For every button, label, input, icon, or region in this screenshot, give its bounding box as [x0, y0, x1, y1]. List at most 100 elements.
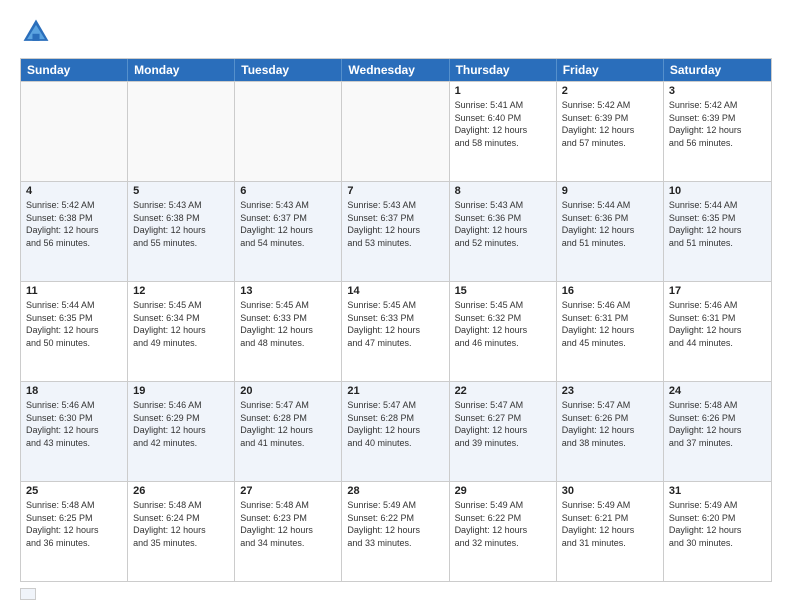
calendar-cell-1-2: 6 Sunrise: 5:43 AMSunset: 6:37 PMDaylight… [235, 182, 342, 281]
calendar-cell-3-6: 24 Sunrise: 5:48 AMSunset: 6:26 PMDayligh… [664, 382, 771, 481]
calendar-cell-0-5: 2 Sunrise: 5:42 AMSunset: 6:39 PMDaylight… [557, 82, 664, 181]
cell-text: Sunrise: 5:43 AMSunset: 6:37 PMDaylight:… [347, 199, 443, 249]
day-number: 10 [669, 185, 766, 197]
day-number: 16 [562, 285, 658, 297]
day-number: 27 [240, 485, 336, 497]
calendar-cell-2-1: 12 Sunrise: 5:45 AMSunset: 6:34 PMDayligh… [128, 282, 235, 381]
header-cell-tuesday: Tuesday [235, 59, 342, 81]
day-number: 5 [133, 185, 229, 197]
logo-icon [20, 16, 52, 48]
calendar-cell-2-2: 13 Sunrise: 5:45 AMSunset: 6:33 PMDayligh… [235, 282, 342, 381]
calendar-row-3: 18Sunrise: 5:46 AMSunset: 6:30 PMDayligh… [21, 381, 771, 481]
cell-text: Sunrise: 5:46 AMSunset: 6:31 PMDaylight:… [562, 299, 658, 349]
calendar-cell-3-5: 23 Sunrise: 5:47 AMSunset: 6:26 PMDayligh… [557, 382, 664, 481]
cell-text: Sunrise: 5:45 AMSunset: 6:32 PMDaylight:… [455, 299, 551, 349]
cell-text: Sunrise: 5:48 AMSunset: 6:24 PMDaylight:… [133, 499, 229, 549]
calendar-cell-1-3: 7 Sunrise: 5:43 AMSunset: 6:37 PMDaylight… [342, 182, 449, 281]
calendar-cell-3-0: 18Sunrise: 5:46 AMSunset: 6:30 PMDayligh… [21, 382, 128, 481]
cell-text: Sunrise: 5:49 AMSunset: 6:20 PMDaylight:… [669, 499, 766, 549]
legend [20, 588, 772, 600]
cell-text: Sunrise: 5:44 AMSunset: 6:35 PMDaylight:… [669, 199, 766, 249]
calendar-row-2: 11 Sunrise: 5:44 AMSunset: 6:35 PMDayligh… [21, 281, 771, 381]
page: SundayMondayTuesdayWednesdayThursdayFrid… [0, 0, 792, 612]
header-cell-thursday: Thursday [450, 59, 557, 81]
day-number: 1 [455, 85, 551, 97]
cell-text: Sunrise: 5:46 AMSunset: 6:29 PMDaylight:… [133, 399, 229, 449]
cell-text: Sunrise: 5:45 AMSunset: 6:33 PMDaylight:… [240, 299, 336, 349]
cell-text: Sunrise: 5:44 AMSunset: 6:36 PMDaylight:… [562, 199, 658, 249]
calendar-cell-3-3: 21 Sunrise: 5:47 AMSunset: 6:28 PMDayligh… [342, 382, 449, 481]
cell-text: Sunrise: 5:42 AMSunset: 6:38 PMDaylight:… [26, 199, 122, 249]
calendar-cell-1-0: 4 Sunrise: 5:42 AMSunset: 6:38 PMDaylight… [21, 182, 128, 281]
day-number: 11 [26, 285, 122, 297]
calendar-cell-1-5: 9 Sunrise: 5:44 AMSunset: 6:36 PMDaylight… [557, 182, 664, 281]
day-number: 9 [562, 185, 658, 197]
calendar-cell-4-5: 30Sunrise: 5:49 AMSunset: 6:21 PMDayligh… [557, 482, 664, 581]
day-number: 13 [240, 285, 336, 297]
header-cell-saturday: Saturday [664, 59, 771, 81]
calendar-cell-4-2: 27Sunrise: 5:48 AMSunset: 6:23 PMDayligh… [235, 482, 342, 581]
cell-text: Sunrise: 5:43 AMSunset: 6:38 PMDaylight:… [133, 199, 229, 249]
calendar-cell-2-0: 11 Sunrise: 5:44 AMSunset: 6:35 PMDayligh… [21, 282, 128, 381]
cell-text: Sunrise: 5:49 AMSunset: 6:22 PMDaylight:… [455, 499, 551, 549]
calendar-body: 1 Sunrise: 5:41 AMSunset: 6:40 PMDaylight… [21, 81, 771, 581]
cell-text: Sunrise: 5:48 AMSunset: 6:26 PMDaylight:… [669, 399, 766, 449]
cell-text: Sunrise: 5:47 AMSunset: 6:27 PMDaylight:… [455, 399, 551, 449]
cell-text: Sunrise: 5:41 AMSunset: 6:40 PMDaylight:… [455, 99, 551, 149]
calendar-cell-4-3: 28Sunrise: 5:49 AMSunset: 6:22 PMDayligh… [342, 482, 449, 581]
cell-text: Sunrise: 5:46 AMSunset: 6:31 PMDaylight:… [669, 299, 766, 349]
calendar-cell-4-4: 29 Sunrise: 5:49 AMSunset: 6:22 PMDayligh… [450, 482, 557, 581]
cell-text: Sunrise: 5:44 AMSunset: 6:35 PMDaylight:… [26, 299, 122, 349]
day-number: 29 [455, 485, 551, 497]
cell-text: Sunrise: 5:49 AMSunset: 6:21 PMDaylight:… [562, 499, 658, 549]
day-number: 2 [562, 85, 658, 97]
day-number: 6 [240, 185, 336, 197]
day-number: 24 [669, 385, 766, 397]
calendar-cell-2-6: 17Sunrise: 5:46 AMSunset: 6:31 PMDayligh… [664, 282, 771, 381]
day-number: 31 [669, 485, 766, 497]
calendar-cell-0-0 [21, 82, 128, 181]
day-number: 26 [133, 485, 229, 497]
day-number: 14 [347, 285, 443, 297]
day-number: 15 [455, 285, 551, 297]
day-number: 4 [26, 185, 122, 197]
cell-text: Sunrise: 5:45 AMSunset: 6:33 PMDaylight:… [347, 299, 443, 349]
calendar-cell-4-1: 26 Sunrise: 5:48 AMSunset: 6:24 PMDayligh… [128, 482, 235, 581]
calendar-cell-2-4: 15 Sunrise: 5:45 AMSunset: 6:32 PMDayligh… [450, 282, 557, 381]
day-number: 7 [347, 185, 443, 197]
day-number: 18 [26, 385, 122, 397]
cell-text: Sunrise: 5:47 AMSunset: 6:28 PMDaylight:… [347, 399, 443, 449]
calendar-cell-3-4: 22Sunrise: 5:47 AMSunset: 6:27 PMDayligh… [450, 382, 557, 481]
header-cell-monday: Monday [128, 59, 235, 81]
cell-text: Sunrise: 5:48 AMSunset: 6:25 PMDaylight:… [26, 499, 122, 549]
day-number: 23 [562, 385, 658, 397]
cell-text: Sunrise: 5:47 AMSunset: 6:26 PMDaylight:… [562, 399, 658, 449]
cell-text: Sunrise: 5:45 AMSunset: 6:34 PMDaylight:… [133, 299, 229, 349]
cell-text: Sunrise: 5:43 AMSunset: 6:37 PMDaylight:… [240, 199, 336, 249]
calendar-cell-0-4: 1 Sunrise: 5:41 AMSunset: 6:40 PMDaylight… [450, 82, 557, 181]
header [20, 16, 772, 48]
calendar-cell-2-3: 14 Sunrise: 5:45 AMSunset: 6:33 PMDayligh… [342, 282, 449, 381]
header-cell-friday: Friday [557, 59, 664, 81]
calendar-cell-4-0: 25Sunrise: 5:48 AMSunset: 6:25 PMDayligh… [21, 482, 128, 581]
day-number: 20 [240, 385, 336, 397]
cell-text: Sunrise: 5:42 AMSunset: 6:39 PMDaylight:… [669, 99, 766, 149]
cell-text: Sunrise: 5:42 AMSunset: 6:39 PMDaylight:… [562, 99, 658, 149]
calendar: SundayMondayTuesdayWednesdayThursdayFrid… [20, 58, 772, 582]
calendar-cell-1-1: 5 Sunrise: 5:43 AMSunset: 6:38 PMDaylight… [128, 182, 235, 281]
calendar-row-1: 4 Sunrise: 5:42 AMSunset: 6:38 PMDaylight… [21, 181, 771, 281]
cell-text: Sunrise: 5:47 AMSunset: 6:28 PMDaylight:… [240, 399, 336, 449]
calendar-cell-0-2 [235, 82, 342, 181]
calendar-cell-2-5: 16 Sunrise: 5:46 AMSunset: 6:31 PMDayligh… [557, 282, 664, 381]
calendar-cell-0-6: 3 Sunrise: 5:42 AMSunset: 6:39 PMDaylight… [664, 82, 771, 181]
calendar-cell-0-3 [342, 82, 449, 181]
day-number: 3 [669, 85, 766, 97]
day-number: 12 [133, 285, 229, 297]
day-number: 21 [347, 385, 443, 397]
calendar-row-0: 1 Sunrise: 5:41 AMSunset: 6:40 PMDaylight… [21, 81, 771, 181]
calendar-cell-1-4: 8Sunrise: 5:43 AMSunset: 6:36 PMDaylight… [450, 182, 557, 281]
header-cell-sunday: Sunday [21, 59, 128, 81]
day-number: 19 [133, 385, 229, 397]
calendar-cell-3-2: 20 Sunrise: 5:47 AMSunset: 6:28 PMDayligh… [235, 382, 342, 481]
calendar-cell-1-6: 10 Sunrise: 5:44 AMSunset: 6:35 PMDayligh… [664, 182, 771, 281]
